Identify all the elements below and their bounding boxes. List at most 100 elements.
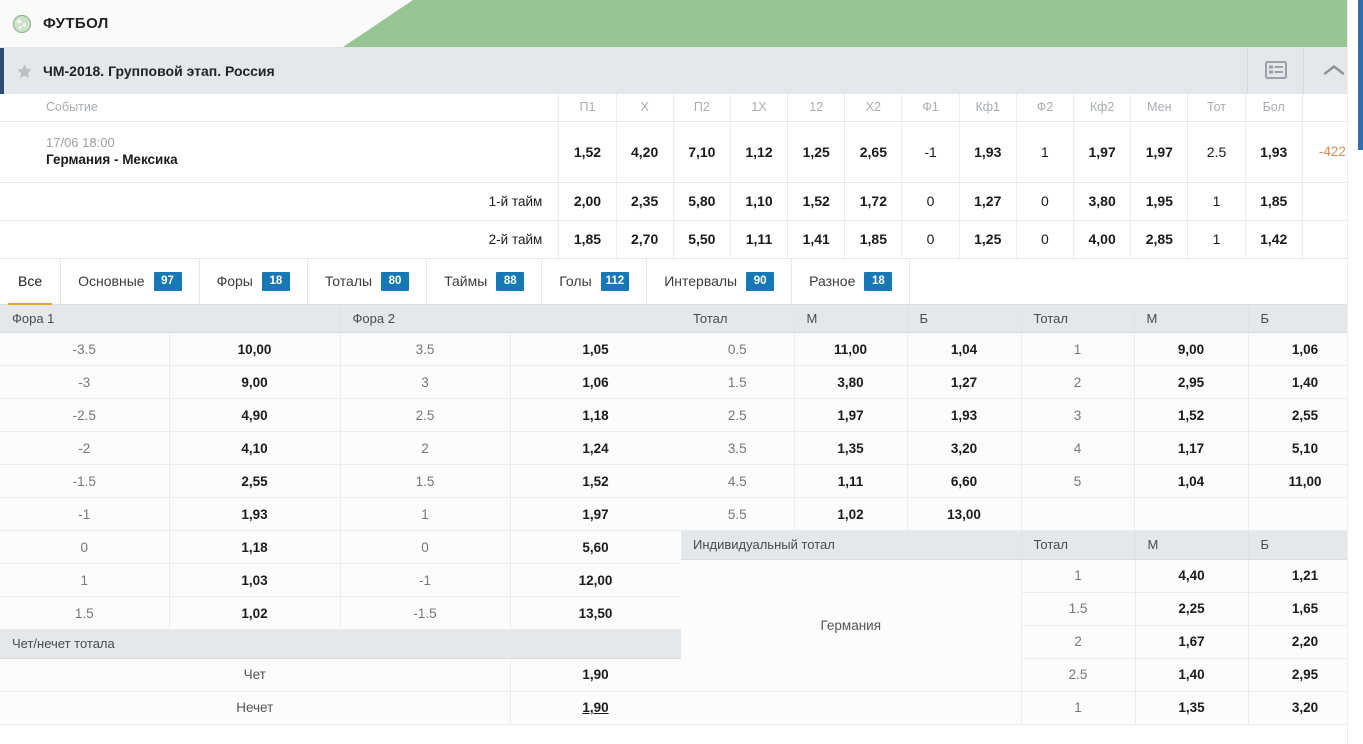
fora1-odd[interactable]: 9,00 <box>169 365 341 399</box>
table-row[interactable]: 2.5 1,97 1,93 3 1,52 2,55 <box>681 398 1363 432</box>
period-row-2[interactable]: 2-й тайм 1,85 2,70 5,50 1,11 1,41 1,85 0… <box>0 220 1363 259</box>
table-row[interactable]: -1 1,93 1 1,97 <box>0 497 682 531</box>
total-a-under-odd[interactable]: 1,97 <box>794 398 908 432</box>
table-row[interactable]: 0 1,18 0 5,60 <box>0 530 682 564</box>
total-b-under-odd[interactable]: 2,95 <box>1134 365 1249 399</box>
total-a-under-odd[interactable]: 11,00 <box>794 332 908 366</box>
fora1-odd[interactable]: 10,00 <box>169 332 341 366</box>
total-b-over-odd[interactable]: 1,06 <box>1248 332 1363 366</box>
table-row[interactable]: Нечет 1,90 <box>0 691 682 725</box>
tab-raznoe[interactable]: Разное 18 <box>792 258 911 304</box>
nechet-odd[interactable]: 1,90 <box>510 691 682 725</box>
total-b-under-odd[interactable]: 1,52 <box>1134 398 1249 432</box>
table-row[interactable]: -1.5 2,55 1.5 1,52 <box>0 464 682 498</box>
table-row[interactable]: 0.5 11,00 1,04 1 9,00 1,06 <box>681 332 1363 366</box>
odd-bol[interactable]: 1,42 <box>1245 220 1303 259</box>
fora2-odd[interactable]: 1,97 <box>510 497 682 531</box>
chet-odd[interactable]: 1,90 <box>510 658 682 692</box>
league-header[interactable]: ЧМ-2018. Групповой этап. Россия <box>0 48 1363 94</box>
total-b-under-odd[interactable]: 1,17 <box>1134 431 1249 465</box>
total-a-under-odd[interactable]: 1,11 <box>794 464 908 498</box>
total-b-over-odd[interactable]: 5,10 <box>1248 431 1363 465</box>
fora2-odd[interactable]: 1,24 <box>510 431 682 465</box>
fora1-odd[interactable]: 1,02 <box>169 596 341 630</box>
total-a-under-odd[interactable]: 3,80 <box>794 365 908 399</box>
odd-kf2[interactable]: 4,00 <box>1073 220 1132 259</box>
odd-x[interactable]: 2,35 <box>616 182 674 221</box>
total-b-over-odd[interactable]: 2,55 <box>1248 398 1363 432</box>
fora1-odd[interactable]: 4,10 <box>169 431 341 465</box>
fora1-odd[interactable]: 1,93 <box>169 497 341 531</box>
it-under-odd[interactable]: 1,40 <box>1135 658 1249 692</box>
odd-p1[interactable]: 2,00 <box>558 182 617 221</box>
total-a-over-odd[interactable]: 13,00 <box>907 497 1022 531</box>
it-over-odd[interactable]: 2,20 <box>1248 625 1363 659</box>
table-row[interactable]: Чет 1,90 <box>0 658 682 692</box>
fora2-odd[interactable]: 13,50 <box>510 596 682 630</box>
table-row[interactable]: -3 9,00 3 1,06 <box>0 365 682 399</box>
odd-p1[interactable]: 1,52 <box>558 121 617 183</box>
odd-men[interactable]: 1,97 <box>1130 121 1189 183</box>
table-row[interactable]: 1 1,35 3,20 <box>681 691 1363 725</box>
total-a-over-odd[interactable]: 1,93 <box>907 398 1022 432</box>
fora2-odd[interactable]: 1,18 <box>510 398 682 432</box>
fora1-odd[interactable]: 1,03 <box>169 563 341 597</box>
match-row[interactable]: 17/06 18:00 Германия - Мексика 1,52 4,20… <box>0 121 1363 183</box>
odd-12[interactable]: 1,25 <box>787 121 846 183</box>
odd-x2[interactable]: 1,85 <box>844 220 903 259</box>
table-row[interactable]: 4.5 1,11 6,60 5 1,04 11,00 <box>681 464 1363 498</box>
tab-osnovnye[interactable]: Основные 97 <box>61 258 200 304</box>
table-row[interactable]: -2.5 4,90 2.5 1,18 <box>0 398 682 432</box>
odd-p1[interactable]: 1,85 <box>558 220 617 259</box>
total-b-under-odd[interactable]: 1,04 <box>1134 464 1249 498</box>
odd-men[interactable]: 1,95 <box>1130 182 1189 221</box>
match-event-cell[interactable]: 17/06 18:00 Германия - Мексика <box>0 121 560 183</box>
total-a-under-odd[interactable]: 1,02 <box>794 497 908 531</box>
fora2-odd[interactable]: 5,60 <box>510 530 682 564</box>
it-over-odd[interactable]: 2,95 <box>1248 658 1363 692</box>
total-b-under-odd[interactable]: 9,00 <box>1134 332 1249 366</box>
fora1-odd[interactable]: 4,90 <box>169 398 341 432</box>
fora2-odd[interactable]: 12,00 <box>510 563 682 597</box>
odd-x2[interactable]: 1,72 <box>844 182 903 221</box>
list-view-button[interactable] <box>1247 48 1303 94</box>
odd-kf1[interactable]: 1,93 <box>959 121 1017 183</box>
odd-kf2[interactable]: 3,80 <box>1073 182 1132 221</box>
odd-1x[interactable]: 1,11 <box>730 220 789 259</box>
odd-bol[interactable]: 1,93 <box>1245 121 1303 183</box>
table-row[interactable]: 5.5 1,02 13,00 <box>681 497 1363 531</box>
table-row[interactable]: 1.5 1,02 -1.5 13,50 <box>0 596 682 630</box>
odd-p2[interactable]: 7,10 <box>673 121 731 183</box>
it-over-odd[interactable]: 1,65 <box>1248 592 1363 626</box>
table-row[interactable]: 1 1,03 -1 12,00 <box>0 563 682 597</box>
odd-bol[interactable]: 1,85 <box>1245 182 1303 221</box>
fora2-odd[interactable]: 1,05 <box>510 332 682 366</box>
odd-p2[interactable]: 5,80 <box>673 182 731 221</box>
table-row[interactable]: 1.5 3,80 1,27 2 2,95 1,40 <box>681 365 1363 399</box>
star-icon[interactable] <box>16 63 33 80</box>
tab-taymy[interactable]: Таймы 88 <box>427 258 543 304</box>
odd-1x[interactable]: 1,10 <box>730 182 789 221</box>
it-under-odd[interactable]: 1,67 <box>1135 625 1249 659</box>
tab-fory[interactable]: Форы 18 <box>200 258 308 304</box>
it-under-odd[interactable]: 4,40 <box>1135 559 1249 593</box>
table-row[interactable]: -2 4,10 2 1,24 <box>0 431 682 465</box>
total-a-over-odd[interactable]: 1,04 <box>907 332 1022 366</box>
tab-totaly[interactable]: Тоталы 80 <box>308 258 428 304</box>
total-a-over-odd[interactable]: 1,27 <box>907 365 1022 399</box>
fora2-odd[interactable]: 1,06 <box>510 365 682 399</box>
odd-x[interactable]: 2,70 <box>616 220 674 259</box>
period-row-1[interactable]: 1-й тайм 2,00 2,35 5,80 1,10 1,52 1,72 0… <box>0 182 1363 221</box>
odd-x[interactable]: 4,20 <box>616 121 674 183</box>
tab-goly[interactable]: Голы 112 <box>542 258 648 304</box>
odd-x2[interactable]: 2,65 <box>844 121 903 183</box>
odd-p2[interactable]: 5,50 <box>673 220 731 259</box>
table-row[interactable]: 3.5 1,35 3,20 4 1,17 5,10 <box>681 431 1363 465</box>
fora1-odd[interactable]: 2,55 <box>169 464 341 498</box>
it-over-odd[interactable]: 3,20 <box>1248 691 1363 725</box>
table-row[interactable]: Германия 1 4,40 1,21 <box>681 559 1363 692</box>
it-under-odd[interactable]: 1,35 <box>1135 691 1249 725</box>
odd-kf1[interactable]: 1,27 <box>959 182 1017 221</box>
odd-kf2[interactable]: 1,97 <box>1073 121 1132 183</box>
total-a-over-odd[interactable]: 3,20 <box>907 431 1022 465</box>
